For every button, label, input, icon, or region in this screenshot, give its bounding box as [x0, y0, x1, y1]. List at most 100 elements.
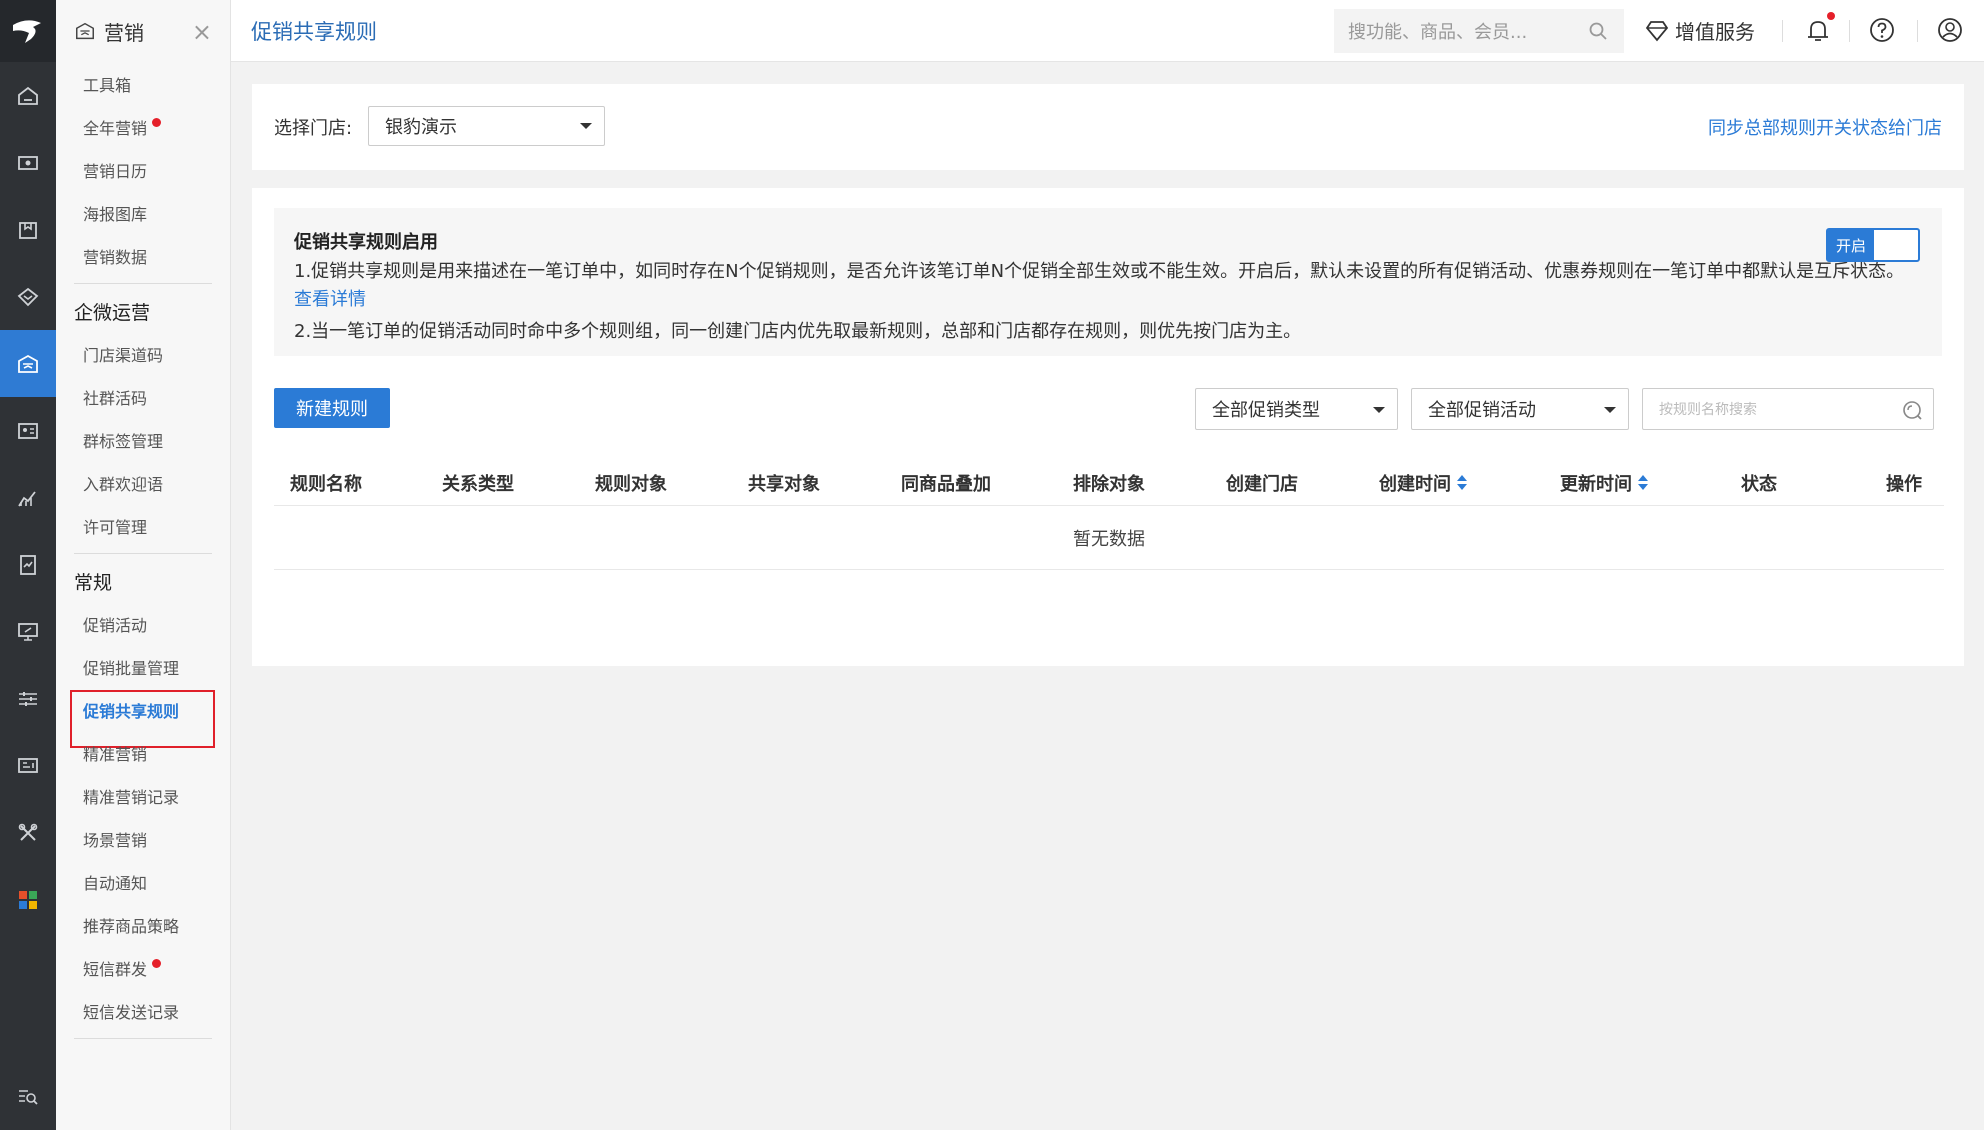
caret-down-icon: [580, 123, 592, 129]
sidebar-item-marketing-calendar[interactable]: 营销日历: [56, 148, 230, 191]
table-header: 规则名称 关系类型 规则对象 共享对象 同商品叠加 排除对象 创建门店 创建时间…: [274, 454, 1944, 506]
sidebar-item-sms-broadcast[interactable]: 短信群发: [56, 946, 230, 989]
tools-icon[interactable]: [0, 799, 56, 866]
promotion-activity-select[interactable]: 全部促销活动: [1411, 388, 1629, 430]
divider: [74, 1038, 212, 1039]
store-select-value: 银豹演示: [385, 117, 457, 138]
sidebar-item-label: 短信群发: [83, 959, 148, 979]
apps-icon[interactable]: [0, 866, 56, 933]
member-card-icon[interactable]: [0, 397, 56, 464]
store-label: 选择门店:: [274, 118, 353, 139]
top-bar: 促销共享规则 搜功能、商品、会员... 增值服务: [231, 0, 1984, 62]
monitor-icon[interactable]: [0, 598, 56, 665]
col-updated-time[interactable]: 更新时间: [1560, 470, 1648, 496]
col-create-store: 创建门店: [1226, 474, 1298, 495]
sidebar-item-label: 营销数据: [83, 247, 148, 267]
divider: [1849, 20, 1850, 42]
settings-sliders-icon[interactable]: [0, 665, 56, 732]
toggle-on-label: 开启: [1828, 230, 1874, 260]
sort-icon[interactable]: [1638, 475, 1648, 491]
sidebar-item-label: 自动通知: [83, 873, 148, 893]
info-line-2: 2.当一笔订单的促销活动同时命中多个规则组，同一创建门店内优先取最新规则，总部和…: [294, 321, 1302, 342]
caret-down-icon: [1604, 407, 1616, 413]
sidebar-item-recommend-strategy[interactable]: 推荐商品策略: [56, 903, 230, 946]
sidebar-item-label: 精准营销: [83, 744, 148, 764]
sort-icon[interactable]: [1457, 475, 1467, 491]
notification-dot: [152, 118, 162, 127]
sidebar-item-label: 入群欢迎语: [83, 474, 164, 494]
value-services-button[interactable]: 增值服务: [1645, 16, 1755, 45]
sync-rules-link[interactable]: 同步总部规则开关状态给门店: [1708, 114, 1942, 140]
sidebar-items-a: 工具箱 全年营销 营销日历 海报图库 营销数据: [56, 62, 230, 277]
icon-rail: [0, 0, 56, 1130]
view-details-link[interactable]: 查看详情: [294, 289, 366, 310]
col-updated-time-label: 更新时间: [1560, 474, 1632, 495]
sidebar-item-label: 促销共享规则: [83, 701, 180, 721]
cash-icon[interactable]: [0, 129, 56, 196]
col-rule-target: 规则对象: [595, 474, 667, 495]
promotion-activity-value: 全部促销活动: [1428, 400, 1536, 421]
col-relation-type: 关系类型: [442, 474, 514, 495]
report-icon[interactable]: [0, 531, 56, 598]
rule-info-box: 促销共享规则启用 1.促销共享规则是用来描述在一笔订单中，如同时存在N个促销规则…: [274, 208, 1942, 356]
sidebar-item-label: 工具箱: [83, 75, 132, 95]
col-created-time[interactable]: 创建时间: [1379, 470, 1467, 496]
sidebar-title: 营销: [104, 20, 144, 45]
sub-sidebar: 营销 × 工具箱 全年营销 营销日历 海报图库 营销数据 企微运营 门店渠道码 …: [56, 0, 231, 1130]
sidebar-item-store-channel-code[interactable]: 门店渠道码: [56, 332, 230, 375]
promotion-type-select[interactable]: 全部促销类型: [1195, 388, 1398, 430]
search-icon[interactable]: [1588, 21, 1608, 41]
sidebar-item-label: 许可管理: [83, 517, 148, 537]
sidebar-item-label: 全年营销: [83, 118, 148, 138]
sidebar-item-promotion-sharing-rules[interactable]: 促销共享规则: [56, 688, 230, 748]
sidebar-item-marketing-data[interactable]: 营销数据: [56, 234, 230, 277]
sidebar-item-precision-marketing[interactable]: 精准营销: [56, 731, 230, 774]
col-share-target: 共享对象: [748, 474, 820, 495]
sidebar-item-precision-marketing-log[interactable]: 精准营销记录: [56, 774, 230, 817]
chart-icon[interactable]: [0, 464, 56, 531]
sidebar-item-label: 推荐商品策略: [83, 916, 180, 936]
store-panel: 选择门店: 银豹演示 同步总部规则开关状态给门店: [252, 84, 1964, 170]
rule-name-search-input[interactable]: 按规则名称搜索: [1642, 388, 1934, 430]
sidebar-header: 营销 ×: [56, 0, 230, 62]
box-icon[interactable]: [0, 196, 56, 263]
sidebar-group-wecom: 企微运营: [74, 301, 151, 324]
tag-icon[interactable]: [0, 263, 56, 330]
sidebar-item-poster-gallery[interactable]: 海报图库: [56, 191, 230, 234]
search-icon[interactable]: [1901, 399, 1923, 421]
logo-icon[interactable]: [0, 0, 56, 62]
notification-dot: [152, 959, 162, 968]
divider: [74, 553, 212, 554]
col-rule-name: 规则名称: [290, 474, 362, 495]
col-excluded: 排除对象: [1073, 474, 1145, 495]
sidebar-item-toolbox[interactable]: 工具箱: [56, 62, 230, 105]
global-search-input[interactable]: 搜功能、商品、会员...: [1334, 9, 1624, 53]
sidebar-item-annual-marketing[interactable]: 全年营销: [56, 105, 230, 148]
sidebar-item-community-code[interactable]: 社群活码: [56, 375, 230, 418]
sidebar-item-license[interactable]: 许可管理: [56, 504, 230, 547]
sidebar-group-general: 常规: [74, 571, 113, 594]
sidebar-item-promotions[interactable]: 促销活动: [56, 602, 230, 645]
promotion-type-value: 全部促销类型: [1212, 400, 1320, 421]
user-avatar-icon[interactable]: [1935, 15, 1965, 45]
sidebar-item-sms-log[interactable]: 短信发送记录: [56, 989, 230, 1032]
sidebar-item-promotion-batch[interactable]: 促销批量管理: [56, 645, 230, 688]
device-icon[interactable]: [0, 732, 56, 799]
sidebar-item-welcome-message[interactable]: 入群欢迎语: [56, 461, 230, 504]
sidebar-item-label: 海报图库: [83, 204, 148, 224]
enable-toggle[interactable]: 开启: [1826, 228, 1920, 262]
sidebar-item-auto-notify[interactable]: 自动通知: [56, 860, 230, 903]
home-icon[interactable]: [0, 62, 56, 129]
marketing-icon: [76, 22, 94, 40]
sidebar-item-label: 门店渠道码: [83, 345, 164, 365]
help-icon[interactable]: [1867, 15, 1897, 45]
marketing-icon[interactable]: [0, 330, 56, 397]
close-icon[interactable]: ×: [192, 18, 212, 46]
new-rule-button[interactable]: 新建规则: [274, 388, 390, 428]
notification-dot: [1827, 12, 1835, 20]
sidebar-item-scene-marketing[interactable]: 场景营销: [56, 817, 230, 860]
store-select[interactable]: 银豹演示: [368, 106, 605, 146]
search-placeholder: 搜功能、商品、会员...: [1348, 22, 1528, 43]
sidebar-item-group-tags[interactable]: 群标签管理: [56, 418, 230, 461]
search-menu-icon[interactable]: [0, 1074, 56, 1120]
